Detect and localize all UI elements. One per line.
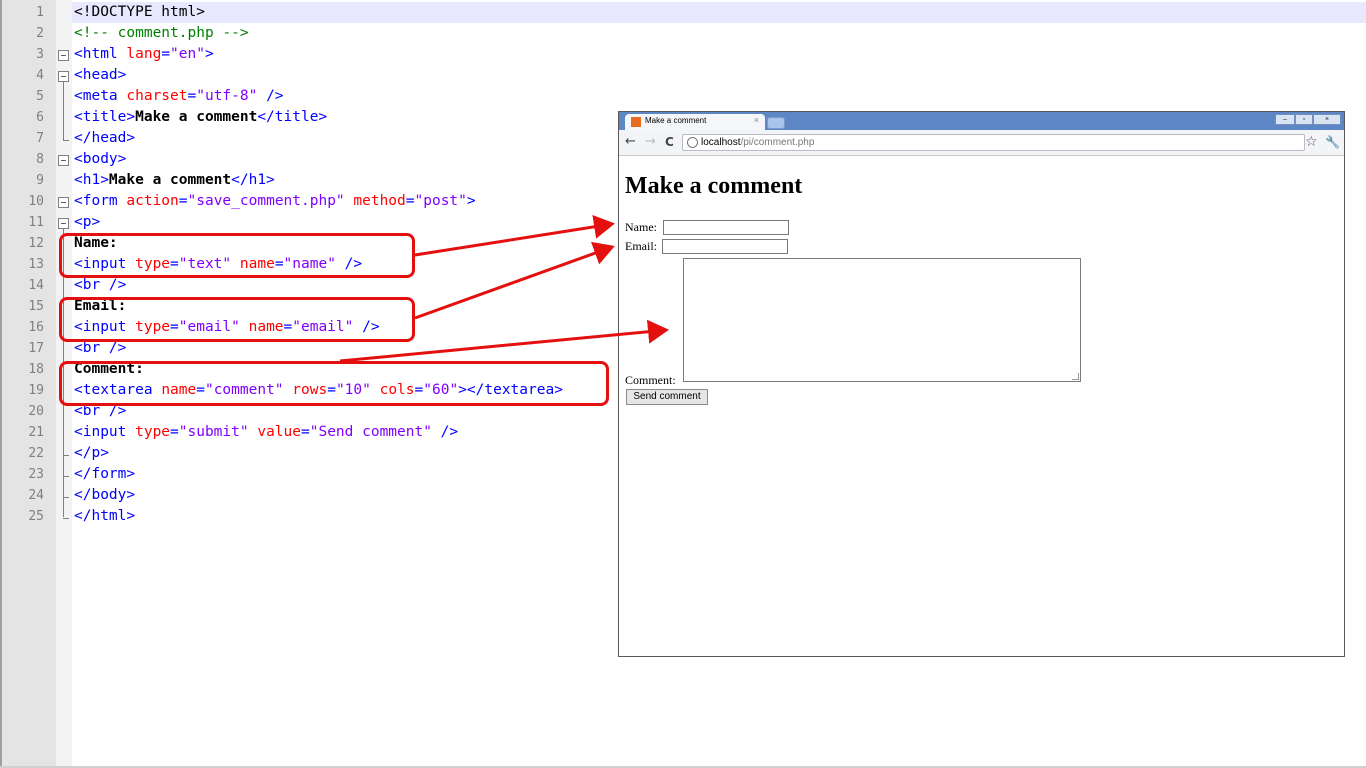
- annotation-arrows: [339, 214, 669, 363]
- arrow-comment-to-textarea: [339, 319, 669, 363]
- arrow-name-to-input: [414, 214, 615, 257]
- arrow-email-to-input: [414, 241, 615, 320]
